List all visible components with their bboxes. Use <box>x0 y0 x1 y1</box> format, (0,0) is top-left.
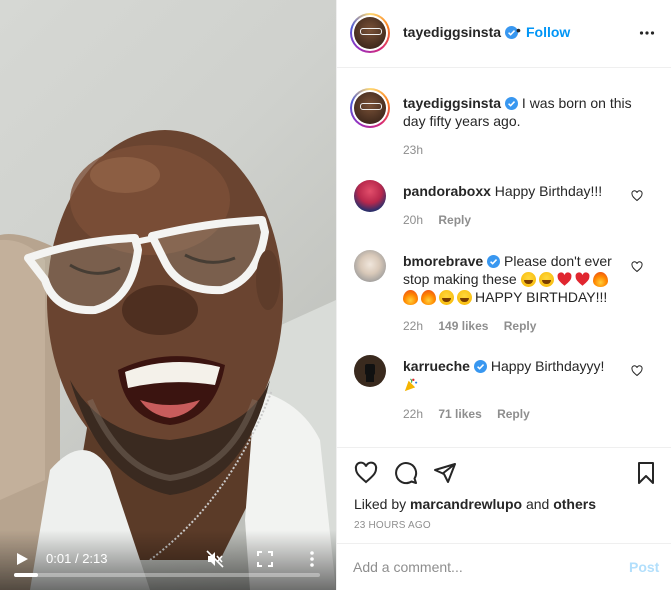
caption-time[interactable]: 23h <box>403 143 423 157</box>
raised-fist-icon <box>365 364 375 382</box>
laughing-emoji-icon <box>457 290 472 305</box>
commenter-avatar[interactable] <box>354 355 386 387</box>
fire-emoji-icon <box>403 290 418 305</box>
commenter-avatar[interactable] <box>354 250 386 282</box>
red-heart-emoji-icon <box>575 272 589 286</box>
liked-by-and: and <box>525 496 550 512</box>
post-actions: Liked by marcandrewlupo and others 23 HO… <box>337 447 671 590</box>
fire-emoji-icon <box>592 272 608 287</box>
laughing-emoji-icon <box>538 272 554 287</box>
more-vertical-icon[interactable] <box>306 550 318 568</box>
heart-icon[interactable] <box>631 190 643 202</box>
muted-speaker-icon[interactable] <box>206 550 224 568</box>
current-time: 0:01 <box>46 551 72 566</box>
verified-badge-icon <box>487 255 501 268</box>
comment-time[interactable]: 22h <box>403 319 423 333</box>
author-username[interactable]: tayediggsinsta <box>403 24 519 40</box>
video-frame <box>0 130 336 590</box>
add-comment-bar: Post <box>337 543 671 590</box>
more-options-icon[interactable] <box>639 30 655 36</box>
comment-meta: 20h Reply <box>403 213 483 227</box>
bookmark-icon[interactable] <box>634 461 658 485</box>
reply-button[interactable]: Reply <box>438 213 471 227</box>
comment-likes[interactable]: 71 likes <box>438 407 481 421</box>
comment-text: karrueche Happy Birthdayyy! <box>403 357 623 393</box>
video-player[interactable]: 0:01 / 2:13 <box>0 0 336 590</box>
commenter-username[interactable]: karrueche <box>403 358 470 374</box>
video-progress-fill <box>14 573 39 577</box>
laughing-emoji-icon <box>439 290 454 305</box>
party-popper-emoji-icon <box>404 378 418 392</box>
video-controls: 0:01 / 2:13 <box>0 530 336 590</box>
heart-icon[interactable] <box>631 365 643 377</box>
liked-by-others[interactable]: others <box>553 496 596 512</box>
caption-avatar[interactable] <box>350 88 390 128</box>
comment-time[interactable]: 20h <box>403 213 423 227</box>
author-name[interactable]: tayediggsinsta <box>403 24 501 40</box>
reply-button[interactable]: Reply <box>504 319 537 333</box>
commenter-username[interactable]: bmorebrave <box>403 253 483 269</box>
liked-by: Liked by marcandrewlupo and others <box>354 496 596 512</box>
liked-by-user[interactable]: marcandrewlupo <box>410 496 522 512</box>
liked-by-prefix: Liked by <box>354 496 407 512</box>
duration: 2:13 <box>82 551 108 566</box>
commenter-avatar[interactable] <box>354 180 386 212</box>
fullscreen-icon[interactable] <box>257 551 273 567</box>
comment-body: Happy Birthday!!! <box>494 183 603 199</box>
comment-input[interactable] <box>353 557 603 577</box>
post-panel: tayediggsinsta • Follow tayediggsinsta I… <box>336 0 671 590</box>
play-icon[interactable] <box>15 552 29 566</box>
video-progress-bar[interactable] <box>14 573 320 577</box>
red-heart-emoji-icon <box>557 272 571 286</box>
heart-icon[interactable] <box>631 261 643 273</box>
heart-icon[interactable] <box>354 461 378 485</box>
comment-time[interactable]: 22h <box>403 407 423 421</box>
comment-text: pandoraboxx Happy Birthday!!! <box>403 182 623 200</box>
comment-text: bmorebrave Please don't ever stop making… <box>403 252 623 306</box>
comment-body-tail: HAPPY BIRTHDAY!!! <box>475 289 608 305</box>
follow-button[interactable]: Follow <box>526 24 570 40</box>
comment-likes[interactable]: 149 likes <box>438 319 488 333</box>
reply-button[interactable]: Reply <box>497 407 530 421</box>
comment-meta: 22h 149 likes Reply <box>403 319 548 333</box>
fire-emoji-icon <box>421 290 436 305</box>
caption-text: tayediggsinsta I was born on this day fi… <box>403 94 643 130</box>
comment-body: Happy Birthdayyy! <box>490 358 605 374</box>
post-comment-button[interactable]: Post <box>629 559 659 575</box>
comment-icon[interactable] <box>394 461 418 485</box>
post-header: tayediggsinsta • Follow <box>337 0 671 68</box>
separator-dot: • <box>516 22 521 38</box>
verified-badge-icon <box>473 360 487 373</box>
time-separator: / <box>74 551 79 566</box>
verified-badge-icon <box>505 97 519 110</box>
posted-time[interactable]: 23 HOURS AGO <box>354 520 431 531</box>
video-time: 0:01 / 2:13 <box>46 551 108 566</box>
laughing-emoji-icon <box>520 272 536 287</box>
comment-meta: 22h 71 likes Reply <box>403 407 542 421</box>
commenter-username[interactable]: pandoraboxx <box>403 183 491 199</box>
share-icon[interactable] <box>433 461 457 485</box>
author-avatar[interactable] <box>350 13 390 53</box>
caption-username[interactable]: tayediggsinsta <box>403 95 501 111</box>
